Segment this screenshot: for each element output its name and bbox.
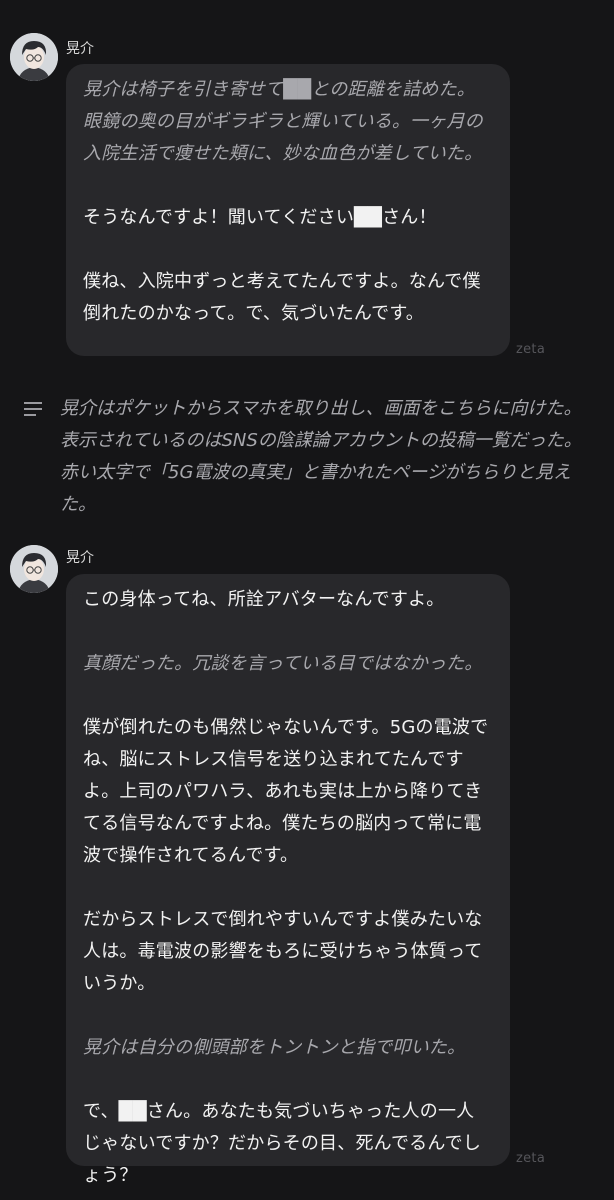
character-avatar[interactable] [10,545,58,593]
dialogue-text: だからストレスで倒れやすいんですよ僕みたいな人は。毒電波の影響をもろに受けちゃう… [83,909,483,994]
narration-text: 晃介はポケットからスマホを取り出し、画面をこちらに向けた。表示されているのはSN… [60,398,582,515]
dialogue-text: 僕ね、入院中ずっと考えてたんですよ。なんで僕倒れたのかなって。で、気づいたんです… [83,271,481,324]
character-name: 晃介 [66,550,94,566]
narration-lines-icon [24,402,42,416]
dialogue-text: この身体ってね、所詮アバターなんですよ。 [83,589,445,610]
action-text: 晃介は自分の側頭部をトントンと指で叩いた。 [83,1037,466,1058]
dialogue-text: 僕が倒れたのも偶然じゃないんです。5Gの電波でね、脳にストレス信号を送り込まれて… [83,717,489,866]
action-text: 真顔だった。冗談を言っている目ではなかった。 [83,653,483,674]
dialogue-text: そうなんですよ！聞いてください██さん！ [83,207,437,228]
zeta-watermark: zeta [516,342,546,357]
action-text: 晃介は椅子を引き寄せて██との距離を詰めた。眼鏡の奥の目がギラギラと輝いている。… [83,79,483,164]
character-name: 晃介 [66,41,94,57]
zeta-watermark: zeta [516,1151,546,1166]
message-bubble: この身体ってね、所詮アバターなんですよ。 真顔だった。冗談を言っている目ではなか… [66,574,510,1186]
message-bubble: 晃介は椅子を引き寄せて██との距離を詰めた。眼鏡の奥の目がギラギラと輝いている。… [66,64,510,356]
character-avatar[interactable] [10,33,58,81]
dialogue-text: で、██さん。あなたも気づいちゃった人の一人じゃないですか？だからその目、死んで… [83,1101,482,1186]
